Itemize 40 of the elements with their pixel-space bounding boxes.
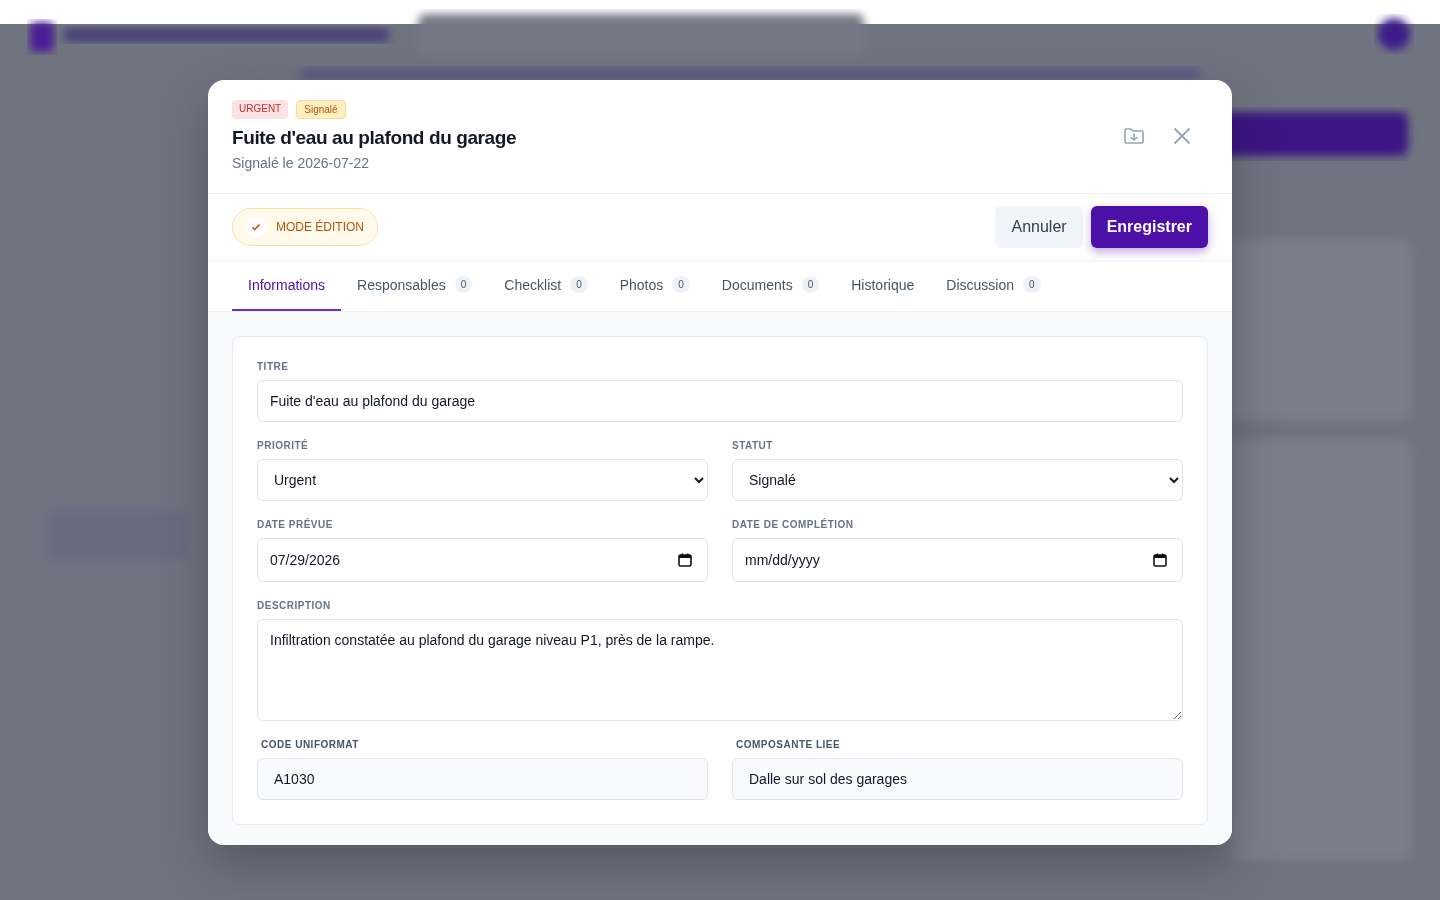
field-label: TITRE <box>257 361 290 372</box>
tab[interactable]: Photos 0 <box>603 261 706 311</box>
tab[interactable]: Historique <box>835 261 931 311</box>
count-badge: 0 <box>672 276 690 293</box>
select-field[interactable]: Signalé <box>732 459 1183 501</box>
count-badge: 0 <box>1022 276 1041 293</box>
field-label: COMPOSANTE LIEE <box>735 739 842 750</box>
calendar-icon[interactable] <box>678 553 692 567</box>
tab[interactable]: Responsables 0 <box>341 261 489 311</box>
field-label: DATE DE COMPLÉTION <box>732 519 855 530</box>
tab[interactable]: Checklist 0 <box>488 261 604 311</box>
date-field[interactable]: 07/29/2026 <box>257 538 708 582</box>
text-field[interactable]: Fuite d'eau au plafond du garage <box>257 380 1183 422</box>
blurred-avatar <box>1378 18 1410 50</box>
dialog-subtitle: Signalé le 2026-07-22 <box>232 155 370 171</box>
count-badge: 0 <box>570 276 588 293</box>
calendar-icon[interactable] <box>1153 553 1167 567</box>
edit-mode-badge[interactable]: MODE ÉDITION <box>232 208 378 246</box>
field-label: DESCRIPTION <box>257 600 332 611</box>
field-label: CODE UNIFORMAT <box>260 739 360 750</box>
field-label: PRIORITÉ <box>257 440 310 451</box>
save-button[interactable]: Enregistrer <box>1090 206 1208 248</box>
check-icon <box>251 222 261 232</box>
status-badge: Signalé <box>296 100 346 119</box>
dialog-title: Fuite d'eau au plafond du garage <box>232 127 517 149</box>
description-field[interactable]: Infiltration constatée au plafond du garage niveau P1, près de la rampe. <box>257 619 1183 721</box>
count-badge: 0 <box>801 276 820 293</box>
text-field[interactable]: Dalle sur sol des garages <box>732 758 1183 800</box>
cancel-button[interactable]: Annuler <box>995 206 1083 248</box>
tab[interactable]: Discussion 0 <box>930 261 1057 311</box>
tab[interactable]: Documents 0 <box>705 261 836 311</box>
field-label: STATUT <box>732 440 774 451</box>
date-field[interactable]: mm/dd/yyyy <box>732 538 1183 582</box>
edit-mode-label: MODE ÉDITION <box>276 220 364 234</box>
text-field[interactable]: A1030 <box>257 758 708 800</box>
priority-badge: URGENT <box>232 100 289 119</box>
blurred-logo <box>30 22 54 52</box>
select-field[interactable]: Urgent <box>257 459 708 501</box>
count-badge: 0 <box>454 276 473 293</box>
field-label: DATE PRÉVUE <box>257 519 334 530</box>
